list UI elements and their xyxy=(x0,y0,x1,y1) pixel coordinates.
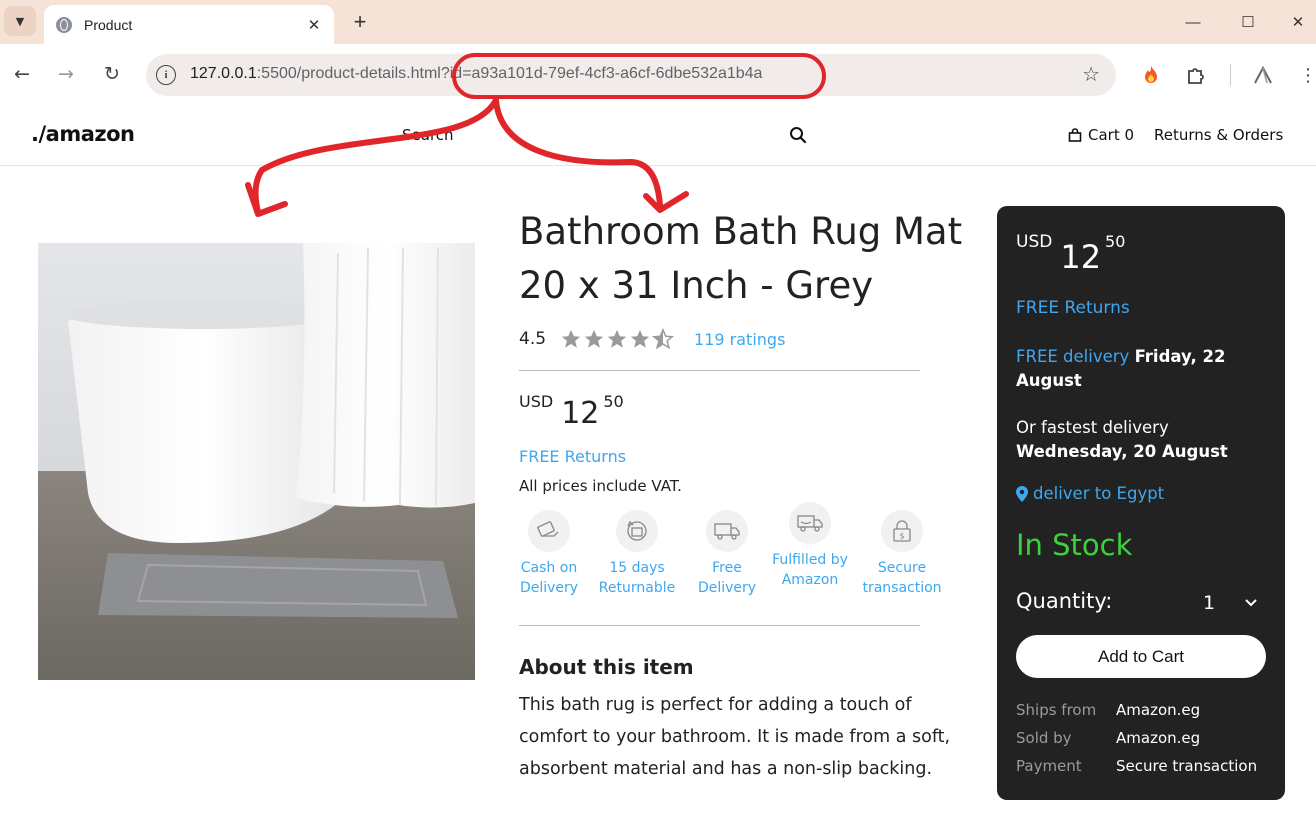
maximize-button[interactable]: ☐ xyxy=(1230,8,1266,36)
site-logo[interactable]: ./amazon xyxy=(31,122,135,146)
feature-returnable[interactable]: 15 days Returnable xyxy=(597,506,677,598)
fastest-delivery-label: Or fastest delivery xyxy=(1016,418,1169,437)
quantity-value: 1 xyxy=(1203,592,1216,614)
browser-tab-bar: ▼ Product ✕ + — ☐ ✕ xyxy=(0,0,1316,44)
feature-label: 15 days Returnable xyxy=(598,560,676,596)
price-fraction: 50 xyxy=(1105,232,1126,251)
fulfilled-truck-icon xyxy=(789,502,831,544)
meta-key: Sold by xyxy=(1016,729,1072,747)
product-image xyxy=(38,243,475,680)
new-tab-button[interactable]: + xyxy=(346,8,374,36)
about-title: About this item xyxy=(519,655,694,679)
cart-link[interactable]: Cart 0 xyxy=(1068,126,1134,144)
deliver-to-label: deliver to Egypt xyxy=(1033,484,1165,503)
meta-key: Ships from xyxy=(1016,701,1097,719)
truck-icon xyxy=(706,510,748,552)
window-close-button[interactable]: ✕ xyxy=(1280,8,1316,36)
globe-icon xyxy=(56,16,72,33)
price-whole: 12 xyxy=(561,396,600,431)
cart-label: Cart 0 xyxy=(1088,126,1135,144)
return-icon xyxy=(616,510,658,552)
product-price: USD 12 50 xyxy=(519,390,624,431)
stock-status: In Stock xyxy=(1016,528,1133,562)
feature-free-delivery[interactable]: Free Delivery xyxy=(687,506,767,598)
feature-cash-on-delivery[interactable]: Cash on Delivery xyxy=(509,506,589,598)
cash-icon xyxy=(528,510,570,552)
quantity-label: Quantity: xyxy=(1016,589,1113,613)
svg-text:$: $ xyxy=(899,532,904,541)
site-header: ./amazon Search Cart 0 Returns & Orders xyxy=(0,104,1316,166)
free-delivery-info: FREE delivery Friday, 22 August xyxy=(1016,345,1274,393)
payment-row: Payment Secure transaction xyxy=(1016,752,1276,780)
feature-label: Fulfilled by Amazon xyxy=(772,552,848,588)
tab-close-icon[interactable]: ✕ xyxy=(302,13,326,37)
tab-search-button[interactable]: ▼ xyxy=(4,6,36,36)
search-input[interactable]: Search xyxy=(402,126,454,144)
minimize-button[interactable]: — xyxy=(1175,8,1211,36)
star-full-icon xyxy=(584,329,604,348)
site-info-icon[interactable]: i xyxy=(156,65,176,85)
star-full-icon xyxy=(607,329,627,348)
meta-key: Payment xyxy=(1016,757,1082,775)
divider xyxy=(519,625,920,626)
meta-value: Secure transaction xyxy=(1116,757,1258,775)
lock-icon: $ xyxy=(881,510,923,552)
shopping-bag-icon xyxy=(1068,128,1082,142)
feature-label: Secure transaction xyxy=(862,560,942,596)
deliver-to-link[interactable]: deliver to Egypt xyxy=(1016,484,1164,503)
search-icon[interactable] xyxy=(789,126,807,144)
extensions-puzzle-icon[interactable] xyxy=(1184,63,1208,87)
star-half-icon xyxy=(652,328,675,350)
back-button[interactable]: ← xyxy=(8,60,36,88)
url-highlight-annotation xyxy=(452,53,826,99)
star-full-icon xyxy=(630,329,650,348)
feature-badges: Cash on Delivery 15 days Returnable Free… xyxy=(509,502,949,616)
bookmark-star-icon[interactable]: ☆ xyxy=(1082,62,1100,86)
vat-note: All prices include VAT. xyxy=(519,477,682,495)
feature-secure-transaction[interactable]: $ Secure transaction xyxy=(862,506,942,598)
extension-flame-icon[interactable] xyxy=(1139,63,1163,87)
free-returns-link[interactable]: FREE Returns xyxy=(519,447,626,466)
feature-label: Cash on Delivery xyxy=(519,560,579,596)
profile-icon[interactable] xyxy=(1251,63,1275,87)
browser-tab[interactable]: Product ✕ xyxy=(44,5,334,44)
buybox-price: USD 12 50 xyxy=(1016,230,1125,276)
star-full-icon xyxy=(561,329,581,348)
reload-button[interactable]: ↻ xyxy=(98,60,126,88)
product-title: Bathroom Bath Rug Mat 20 x 31 Inch - Gre… xyxy=(519,210,963,307)
price-currency: USD xyxy=(1016,232,1053,252)
meta-value: Amazon.eg xyxy=(1116,729,1201,747)
feature-fulfilled-by-amazon[interactable]: Fulfilled by Amazon xyxy=(770,498,850,590)
forward-button[interactable]: → xyxy=(52,60,80,88)
about-text: This bath rug is perfect for adding a to… xyxy=(519,695,951,779)
returns-orders-link[interactable]: Returns & Orders xyxy=(1154,126,1283,144)
price-fraction: 50 xyxy=(603,392,624,411)
location-pin-icon xyxy=(1016,485,1028,502)
free-delivery-link[interactable]: FREE delivery xyxy=(1016,347,1129,366)
toolbar-divider xyxy=(1230,64,1231,86)
feature-label: Free Delivery xyxy=(697,560,757,596)
sold-by-row: Sold by Amazon.eg xyxy=(1016,724,1276,752)
ships-from-row: Ships from Amazon.eg xyxy=(1016,696,1276,724)
buy-box: USD 12 50 FREE Returns FREE delivery Fri… xyxy=(997,206,1285,800)
tab-title: Product xyxy=(84,16,133,33)
price-whole: 12 xyxy=(1060,238,1102,276)
fastest-delivery-info: Or fastest delivery Wednesday, 20 August xyxy=(1016,416,1278,464)
seller-info: Ships from Amazon.eg Sold by Amazon.eg P… xyxy=(1016,696,1276,780)
ratings-count-link[interactable]: 119 ratings xyxy=(694,330,785,349)
quantity-select[interactable]: 1 xyxy=(1203,590,1273,616)
divider xyxy=(519,370,920,371)
rating-stars xyxy=(560,328,675,350)
rating-row: 4.5 119 ratings xyxy=(519,326,785,352)
chevron-down-icon xyxy=(1245,595,1257,611)
fastest-delivery-date: Wednesday, 20 August xyxy=(1016,442,1228,461)
price-currency: USD xyxy=(519,392,554,411)
buybox-free-returns-link[interactable]: FREE Returns xyxy=(1016,298,1130,318)
rating-value: 4.5 xyxy=(519,329,547,349)
meta-value: Amazon.eg xyxy=(1116,701,1201,719)
add-to-cart-button[interactable]: Add to Cart xyxy=(1016,635,1266,678)
browser-menu-icon[interactable]: ⋮ xyxy=(1296,63,1316,87)
